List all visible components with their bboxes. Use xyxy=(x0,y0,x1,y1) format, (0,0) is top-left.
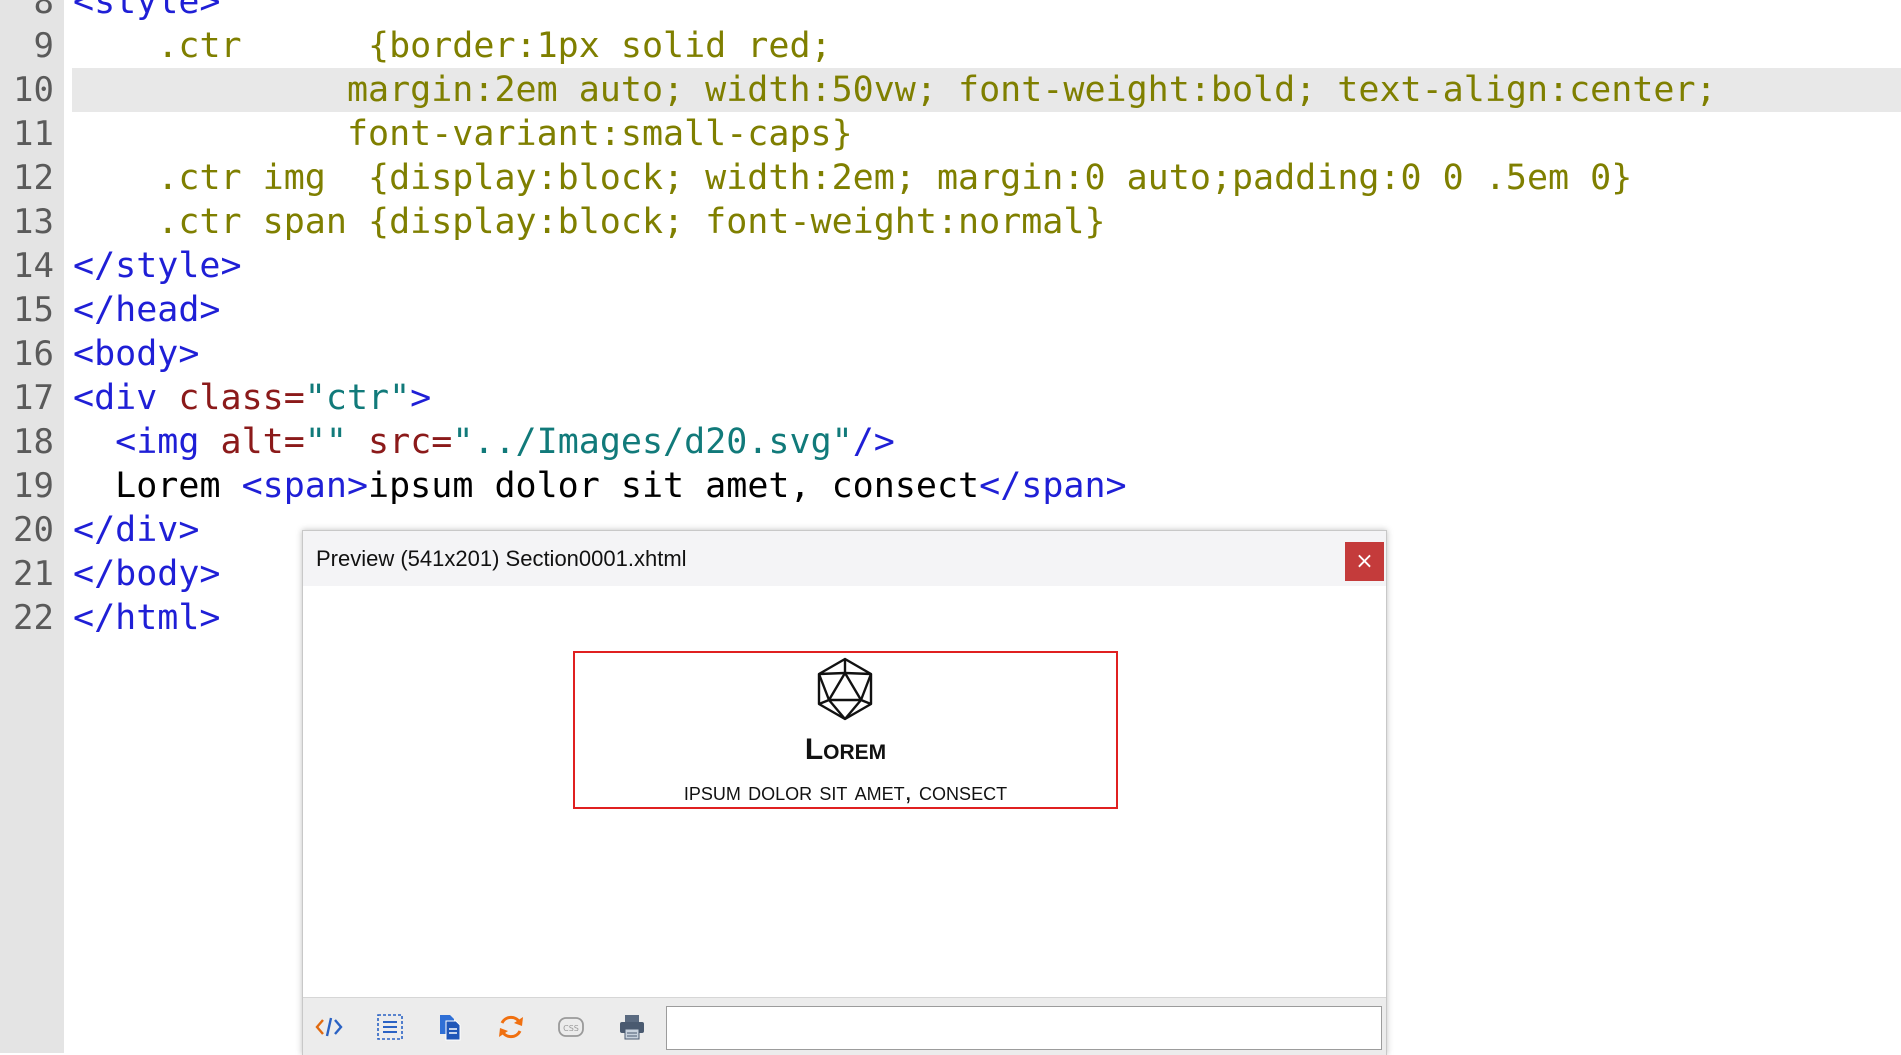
code-text[interactable]: .ctr {border:1px solid red; xyxy=(73,24,831,68)
code-line[interactable]: 8 <style> xyxy=(0,0,1901,24)
code-line[interactable]: 17 <div class="ctr"> xyxy=(0,376,1901,420)
line-number: 14 xyxy=(13,246,54,286)
code-line[interactable]: 9 .ctr {border:1px solid red; xyxy=(0,24,1901,68)
line-number: 10 xyxy=(13,70,54,110)
preview-window[interactable]: Preview (541x201) Section0001.xhtml × Lo… xyxy=(302,530,1387,1055)
code-text[interactable]: </html> xyxy=(73,596,221,640)
code-line[interactable]: 16 <body> xyxy=(0,332,1901,376)
preview-toolbar: CSS xyxy=(303,997,1386,1055)
line-number: 20 xyxy=(13,510,54,550)
print-button[interactable] xyxy=(614,1009,650,1045)
code-line[interactable]: 15 </head> xyxy=(0,288,1901,332)
preview-content: Lorem ipsum dolor sit amet, consect xyxy=(303,587,1386,997)
code-line[interactable]: 18 <img alt="" src="../Images/d20.svg"/> xyxy=(0,420,1901,464)
code-text[interactable]: <body> xyxy=(73,332,199,376)
code-line[interactable]: 19 Lorem <span>ipsum dolor sit amet, con… xyxy=(0,464,1901,508)
line-number: 9 xyxy=(33,26,54,66)
line-number: 18 xyxy=(13,422,54,462)
code-text[interactable]: </head> xyxy=(73,288,221,332)
ctr-box: Lorem ipsum dolor sit amet, consect xyxy=(573,651,1118,809)
code-text[interactable]: font-variant:small-caps} xyxy=(73,112,853,156)
code-line[interactable]: 13 .ctr span {display:block; font-weight… xyxy=(0,200,1901,244)
line-number: 8 xyxy=(33,0,54,22)
ctr-title: Lorem xyxy=(804,733,887,766)
ctr-subtitle: ipsum dolor sit amet, consect xyxy=(683,776,1008,806)
d20-icon xyxy=(817,657,873,721)
code-line[interactable]: 10 margin:2em auto; width:50vw; font-wei… xyxy=(0,68,1901,112)
close-button[interactable]: × xyxy=(1345,542,1384,581)
line-number: 19 xyxy=(13,466,54,506)
select-all-button[interactable] xyxy=(372,1009,408,1045)
line-number: 11 xyxy=(13,114,54,154)
code-text[interactable]: <div class="ctr"> xyxy=(73,376,431,420)
code-text[interactable]: margin:2em auto; width:50vw; font-weight… xyxy=(73,68,1717,112)
refresh-icon xyxy=(499,1015,523,1039)
line-number: 12 xyxy=(13,158,54,198)
code-text[interactable]: .ctr img {display:block; width:2em; marg… xyxy=(73,156,1632,200)
refresh-button[interactable] xyxy=(493,1009,529,1045)
code-text[interactable]: </div> xyxy=(73,508,199,552)
code-text[interactable]: </style> xyxy=(73,244,242,288)
code-icon xyxy=(315,1017,343,1037)
copy-icon xyxy=(440,1015,461,1041)
code-line[interactable]: 14 </style> xyxy=(0,244,1901,288)
css-button[interactable]: CSS xyxy=(553,1009,589,1045)
line-number: 17 xyxy=(13,378,54,418)
url-input[interactable] xyxy=(666,1006,1382,1050)
preview-title: Preview (541x201) Section0001.xhtml xyxy=(316,546,687,571)
line-number: 21 xyxy=(13,554,54,594)
line-number: 15 xyxy=(13,290,54,330)
line-number: 22 xyxy=(13,598,54,638)
css-icon: CSS xyxy=(558,1017,584,1037)
code-text[interactable]: <style> xyxy=(73,0,221,24)
list-select-icon xyxy=(377,1014,403,1040)
copy-button[interactable] xyxy=(432,1009,468,1045)
printer-icon xyxy=(620,1015,644,1040)
code-line[interactable]: 11 font-variant:small-caps} xyxy=(0,112,1901,156)
preview-title-bar[interactable]: Preview (541x201) Section0001.xhtml × xyxy=(303,531,1386,586)
svg-text:CSS: CSS xyxy=(563,1024,579,1033)
view-source-button[interactable] xyxy=(311,1009,347,1045)
line-number: 13 xyxy=(13,202,54,242)
code-text[interactable]: <img alt="" src="../Images/d20.svg"/> xyxy=(73,420,895,464)
code-text[interactable]: Lorem <span>ipsum dolor sit amet, consec… xyxy=(73,464,1126,508)
code-text[interactable]: </body> xyxy=(73,552,221,596)
code-line[interactable]: 12 .ctr img {display:block; width:2em; m… xyxy=(0,156,1901,200)
code-text[interactable]: .ctr span {display:block; font-weight:no… xyxy=(73,200,1105,244)
line-number: 16 xyxy=(13,334,54,374)
